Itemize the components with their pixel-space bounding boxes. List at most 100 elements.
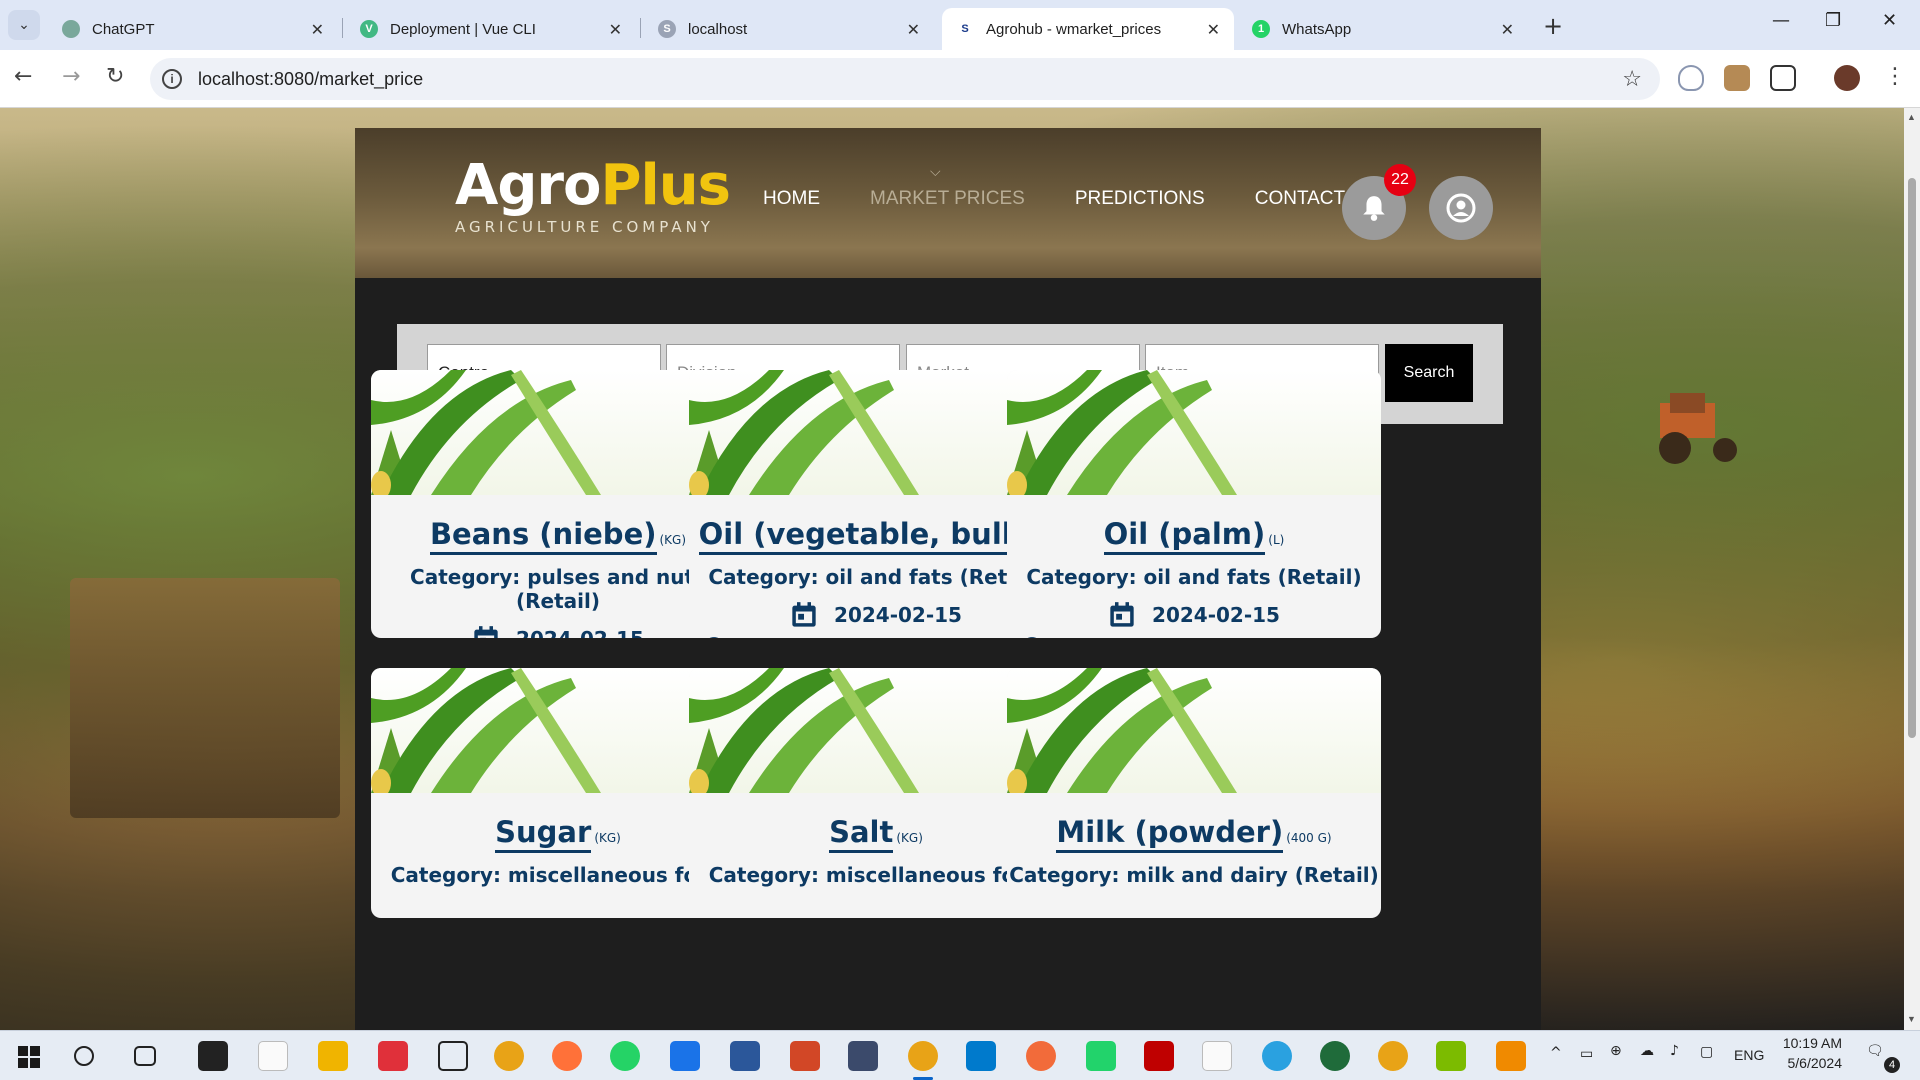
close-icon[interactable]: ✕ — [609, 20, 622, 39]
back-icon[interactable]: ← — [14, 64, 32, 89]
windows-start-icon[interactable] — [18, 1046, 40, 1068]
app-icon[interactable] — [1436, 1041, 1466, 1071]
shield-extension-icon[interactable] — [1678, 65, 1704, 91]
extension-icon[interactable] — [1724, 65, 1750, 91]
close-window-icon[interactable]: ✕ — [1882, 10, 1897, 31]
tab-search-button[interactable]: ⌄ — [8, 10, 40, 40]
user-account-icon — [1446, 193, 1476, 223]
whatsapp-icon[interactable] — [610, 1041, 640, 1071]
logo-tagline: AGRICULTURE COMPANY — [455, 218, 714, 236]
language-indicator[interactable]: ENG — [1734, 1047, 1764, 1063]
page-viewport: AgroPlus AGRICULTURE COMPANY HOME ⌵ MARK… — [0, 108, 1904, 1030]
tab-title: WhatsApp — [1282, 20, 1352, 38]
market-price-card[interactable]: Oil (palm) (L) Category: oil and fats (Ret… — [1007, 370, 1381, 638]
tab-localhost[interactable]: S localhost ✕ — [644, 8, 934, 50]
clock-time: 10:19 AM — [1782, 1035, 1842, 1051]
calendar-icon — [474, 626, 498, 638]
chatgpt-favicon-icon — [62, 20, 80, 38]
word-icon[interactable] — [730, 1041, 760, 1071]
task-view-icon[interactable] — [134, 1046, 156, 1066]
reload-icon[interactable]: ↻ — [106, 64, 124, 89]
chevron-down-icon: ⌵ — [930, 164, 941, 180]
clock-date: 5/6/2024 — [1787, 1055, 1843, 1071]
app-icon[interactable] — [438, 1041, 468, 1071]
nav-home[interactable]: HOME — [763, 188, 820, 210]
tab-whatsapp[interactable]: 1 WhatsApp ✕ — [1238, 8, 1528, 50]
file-explorer-icon[interactable] — [318, 1041, 348, 1071]
search-button[interactable]: Search — [1385, 344, 1473, 402]
telegram-icon[interactable] — [1262, 1041, 1292, 1071]
close-icon[interactable]: ✕ — [311, 20, 324, 39]
tab-chatgpt[interactable]: ChatGPT ✕ — [48, 8, 338, 50]
page-scrollbar[interactable]: ▲ ▼ — [1904, 108, 1920, 1030]
notepad-icon[interactable] — [258, 1041, 288, 1071]
powerpoint-icon[interactable] — [790, 1041, 820, 1071]
calendar-icon — [1110, 602, 1134, 627]
scrollbar-thumb[interactable] — [1908, 178, 1916, 738]
url-text: localhost:8080/market_price — [198, 68, 424, 89]
tray-chevron-icon[interactable]: ^ — [1550, 1045, 1562, 1061]
tab-agrohub[interactable]: S Agrohub - wmarket_prices ✕ — [942, 8, 1234, 50]
agroplus-logo[interactable]: AgroPlus AGRICULTURE COMPANY — [455, 156, 731, 237]
chrome-icon[interactable] — [494, 1041, 524, 1071]
tab-title: Deployment | Vue CLI — [390, 20, 536, 38]
app-icon[interactable] — [198, 1041, 228, 1071]
cloud-icon[interactable]: ☁ — [1640, 1043, 1654, 1059]
app-icon[interactable] — [848, 1041, 878, 1071]
filezilla-icon[interactable] — [1144, 1041, 1174, 1071]
bookmark-star-icon[interactable]: ☆ — [1622, 67, 1642, 92]
pycharm-icon[interactable] — [1086, 1041, 1116, 1071]
item-category: Category: milk and dairy (Retail) — [1009, 863, 1379, 887]
address-bar[interactable]: i localhost:8080/market_price ☆ — [150, 58, 1660, 100]
meet-icon[interactable]: ▢ — [1700, 1043, 1713, 1060]
tab-vue-cli[interactable]: V Deployment | Vue CLI ✕ — [346, 8, 636, 50]
hay-bale-image — [70, 578, 340, 818]
item-title: Oil (palm) (L) — [1103, 517, 1284, 555]
network-icon[interactable]: ⊕ — [1610, 1043, 1622, 1059]
close-icon[interactable]: ✕ — [1207, 20, 1220, 39]
firefox-icon[interactable] — [552, 1041, 582, 1071]
browser-tab-strip: ⌄ ChatGPT ✕ V Deployment | Vue CLI ✕ S l… — [0, 0, 1920, 50]
item-title: Oil (vegetable, bulk)(L) — [698, 517, 1053, 555]
mongodb-icon[interactable] — [1320, 1041, 1350, 1071]
mail-icon[interactable] — [670, 1041, 700, 1071]
item-title: Milk (powder) (400 G) — [1056, 815, 1332, 853]
calendar-icon — [792, 602, 816, 627]
item-unit: (KG) — [659, 533, 687, 547]
tab-title: ChatGPT — [92, 20, 155, 38]
item-title: Beans (niebe) (KG) — [429, 517, 687, 555]
vscode-icon[interactable] — [966, 1041, 996, 1071]
minimize-icon[interactable]: — — [1772, 10, 1790, 31]
market-price-card[interactable]: Milk (powder) (400 G) Category: milk and d… — [1007, 668, 1381, 918]
item-date: 2024-02-15 — [1007, 601, 1381, 629]
maize-leaves-image — [1007, 668, 1381, 793]
notification-center-count: 4 — [1884, 1057, 1900, 1073]
volume-icon[interactable]: ♪ — [1670, 1043, 1679, 1059]
item-title: Salt (KG) — [829, 815, 923, 853]
account-button[interactable] — [1429, 176, 1493, 240]
close-icon[interactable]: ✕ — [1501, 20, 1514, 39]
notification-center-icon[interactable]: 🗨 — [1866, 1043, 1884, 1059]
browser-menu-icon[interactable]: ⋮ — [1884, 64, 1906, 89]
postman-icon[interactable] — [1026, 1041, 1056, 1071]
site-info-icon[interactable]: i — [162, 69, 182, 89]
clock[interactable]: 10:19 AM 5/6/2024 — [1780, 1035, 1842, 1071]
restore-icon[interactable]: ❐ — [1825, 10, 1841, 31]
puzzle-extensions-icon[interactable] — [1770, 65, 1796, 91]
nav-market-prices[interactable]: ⌵ MARKET PRICES — [870, 164, 1025, 210]
new-tab-button[interactable]: + — [1543, 12, 1563, 40]
chrome-icon[interactable] — [1378, 1041, 1408, 1071]
file-icon[interactable] — [1202, 1041, 1232, 1071]
vlc-icon[interactable] — [1496, 1041, 1526, 1071]
location-pin-icon — [709, 637, 719, 638]
profile-avatar[interactable] — [1834, 65, 1860, 91]
close-icon[interactable]: ✕ — [907, 20, 920, 39]
item-unit: (400 G) — [1286, 831, 1332, 845]
chrome-active-icon[interactable] — [908, 1041, 938, 1071]
battery-icon[interactable]: ▭ — [1580, 1045, 1593, 1062]
item-category: Category: oil and fats (Retail) — [1026, 565, 1362, 589]
nav-predictions[interactable]: PREDICTIONS — [1075, 188, 1205, 210]
forward-icon[interactable]: → — [62, 64, 80, 89]
app-icon[interactable] — [378, 1041, 408, 1071]
search-icon[interactable] — [74, 1046, 94, 1066]
